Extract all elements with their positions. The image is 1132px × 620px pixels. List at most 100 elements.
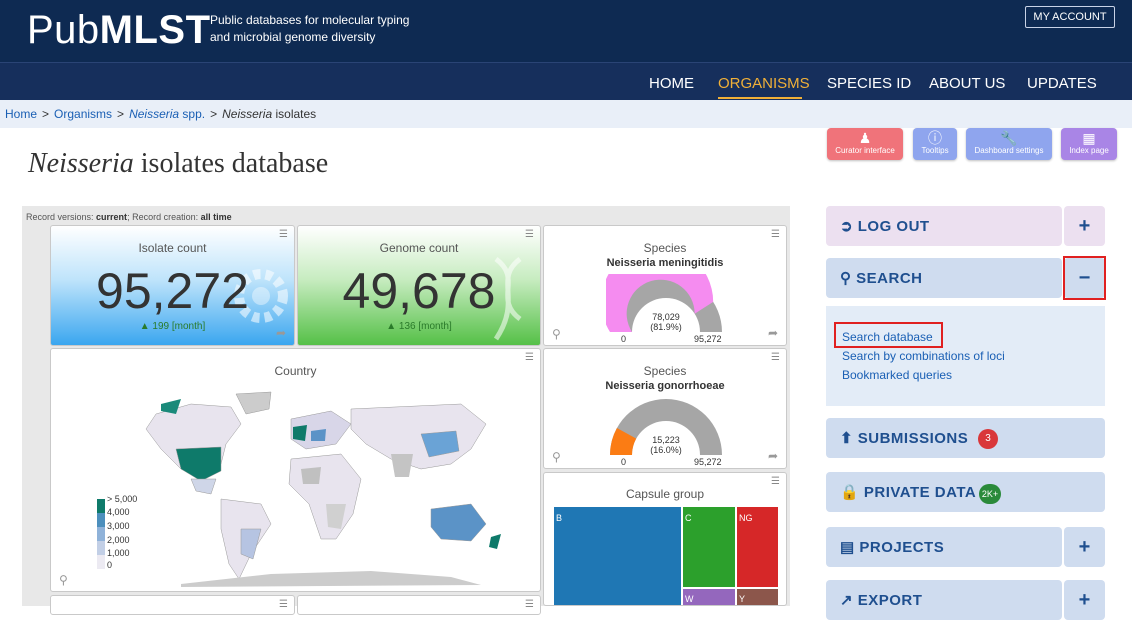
breadcrumb: Home > Organisms > Neisseria spp. > Neisseria … [5,107,317,121]
export-icon: ↗ [840,592,854,609]
dashboard-settings-button[interactable]: 🔧 Dashboard settings [966,128,1052,160]
search-menu[interactable]: ⚲ SEARCH [826,258,1062,298]
private-data-menu[interactable]: 🔒 PRIVATE DATA 2K+ [826,472,1105,512]
treemap-cell-c[interactable]: C [683,507,735,587]
main-nav: HOME ORGANISMS SPECIES ID ABOUT US UPDAT… [0,62,1132,100]
submissions-badge: 3 [978,429,998,449]
species-1-subtitle: Neisseria meningitidis [606,257,724,269]
pubmlst-logo[interactable]: PubMLST [27,8,211,53]
info-icon: ⓘ [928,130,942,146]
species-card-gonorrhoeae: Species Neisseria gonorrhoeae 15,223 (16… [543,348,787,469]
legend-label: 1,000 [107,548,130,558]
legend-label: 3,000 [107,521,130,531]
bookmarked-queries-link[interactable]: Bookmarked queries [842,368,952,382]
isolate-count-delta: ▲ 199 [month] [139,321,206,332]
share-icon[interactable]: ➦ [768,449,778,463]
isolate-count-title: Isolate count [138,241,207,255]
species-2-count: 15,223 [652,435,680,445]
species-1-max: 95,272 [694,334,722,344]
list-icon: ▤ [840,539,855,556]
species-2-min: 0 [621,457,627,467]
search-icon[interactable]: ⚲ [552,450,561,464]
sliders-icon[interactable]: ☰ [525,352,534,363]
species-1-percent: (81.9%) [650,322,682,332]
logout-expand-toggle[interactable]: + [1064,206,1105,246]
grid-icon: ▦ [1082,130,1096,146]
share-icon[interactable]: ➦ [276,326,286,340]
search-icon[interactable]: ⚲ [552,327,561,341]
breadcrumb-home[interactable]: Home [5,107,37,121]
sliders-icon[interactable]: ☰ [279,599,288,610]
curator-interface-button[interactable]: ♟ Curator interface [827,128,903,160]
export-expand-toggle[interactable]: + [1064,580,1105,620]
highlight-box [834,322,943,348]
treemap-cell-b[interactable]: B [554,507,681,605]
export-menu[interactable]: ↗ EXPORT [826,580,1062,620]
private-data-badge: 2K+ [979,484,1001,504]
nav-organisms[interactable]: ORGANISMS [718,75,810,92]
breadcrumb-organisms[interactable]: Organisms [54,107,112,121]
sliders-icon[interactable]: ☰ [525,229,534,240]
nav-home[interactable]: HOME [649,75,694,92]
map-legend-scale [97,499,105,569]
capsule-group-card: Capsule group ☰ B C NG W Y [543,472,787,606]
projects-menu[interactable]: ▤ PROJECTS [826,527,1062,567]
share-icon[interactable]: ➦ [768,326,778,340]
search-combinations-link[interactable]: Search by combinations of loci [842,349,1005,363]
treemap-cell-y[interactable]: Y [737,589,778,605]
breadcrumb-genus[interactable]: Neisseria spp. [129,107,205,121]
genome-count-delta: ▲ 136 [month] [386,321,452,332]
dashboard-card-partial: ☰ [297,595,541,615]
search-icon[interactable]: ⚲ [59,573,68,587]
search-icon: ⚲ [840,270,852,287]
genome-count-card: Genome count 49,678 ▲ 136 [month] ☰ [297,225,541,346]
upload-icon: ⬆ [840,430,854,447]
country-map-card: Country ☰ > 5,000 4,000 3,000 2,000 1,00… [50,348,541,592]
wrench-icon: 🔧 [1000,130,1018,146]
index-page-button[interactable]: ▦ Index page [1061,128,1117,160]
submissions-menu[interactable]: ⬆ SUBMISSIONS 3 [826,418,1105,458]
dashboard-card-partial: ☰ [50,595,295,615]
species-1-title: Species [643,241,687,255]
legend-label: > 5,000 [107,494,138,504]
site-tagline: Public databases for molecular typing an… [210,13,410,44]
country-title: Country [274,364,317,378]
legend-label: 0 [107,560,113,570]
tooltips-button[interactable]: ⓘ Tooltips [913,128,957,160]
highlight-box [1063,256,1106,300]
species-1-min: 0 [621,334,627,344]
genome-count-title: Genome count [379,241,459,255]
species-2-percent: (16.0%) [650,445,682,455]
lock-icon: 🔒 [840,484,860,501]
treemap-cell-ng[interactable]: NG [737,507,778,587]
sliders-icon[interactable]: ☰ [771,476,780,487]
species-2-max: 95,272 [694,457,722,467]
sliders-icon[interactable]: ☰ [279,229,288,240]
logout-menu[interactable]: ➲ LOG OUT [826,206,1062,246]
nav-species-id[interactable]: SPECIES ID [827,75,911,92]
projects-expand-toggle[interactable]: + [1064,527,1105,567]
sliders-icon[interactable]: ☰ [771,352,780,363]
genome-count-value: 49,678 [342,263,496,319]
sliders-icon[interactable]: ☰ [771,229,780,240]
species-1-count: 78,029 [652,312,680,322]
user-icon: ♟ [858,130,872,146]
search-links-panel: Search database Search by combinations o… [826,306,1105,406]
treemap-cell-w[interactable]: W [683,589,735,605]
world-map [145,391,501,587]
isolate-count-value: 95,272 [96,263,249,319]
record-info: Record versions: current; Record creatio… [26,212,232,222]
isolate-count-card: Isolate count 95,272 ▲ 199 [month] ☰ ➦ [50,225,295,346]
nav-about-us[interactable]: ABOUT US [929,75,1005,92]
legend-label: 4,000 [107,507,130,517]
breadcrumb-current: Neisseria isolates [222,107,317,121]
my-account-button[interactable]: MY ACCOUNT [1025,6,1115,28]
capsule-group-title: Capsule group [625,487,705,501]
species-card-meningitidis: Species Neisseria meningitidis 78,029 (8… [543,225,787,346]
species-2-subtitle: Neisseria gonorrhoeae [605,380,725,392]
species-2-title: Species [643,364,687,378]
nav-updates[interactable]: UPDATES [1027,75,1097,92]
sliders-icon[interactable]: ☰ [525,599,534,610]
nav-active-underline [718,97,802,99]
legend-label: 2,000 [107,535,130,545]
